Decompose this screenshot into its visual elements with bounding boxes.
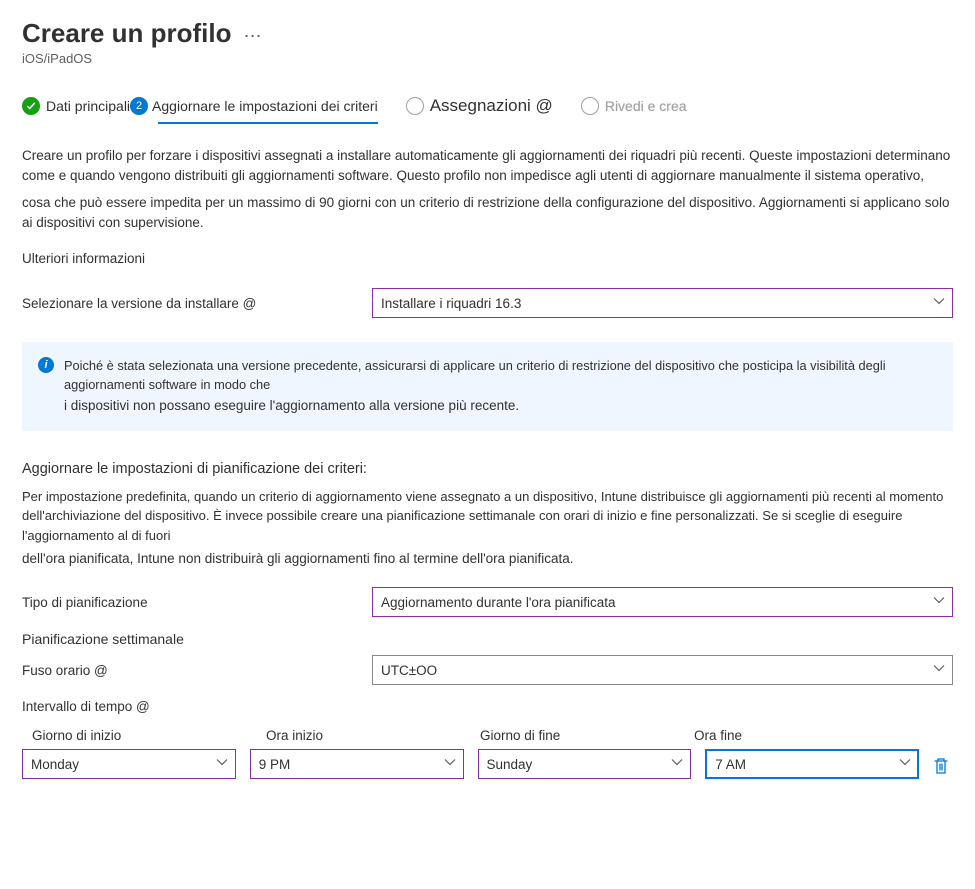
start-time-value: 9 PM [259,757,291,772]
time-window-headers: Giorno di inizio Ora inizio Giorno di fi… [22,728,953,743]
end-day-header: Giorno di fine [470,728,670,743]
tab-assignments[interactable]: Assegnazioni @ [406,92,553,124]
wizard-steps: Dati principali 2 Aggiornare le impostaz… [22,92,953,124]
timezone-value: UTC±OO [381,663,437,678]
end-time-header: Ora fine [684,728,884,743]
start-day-select[interactable]: Monday [22,749,236,779]
tab-assign-label: Assegnazioni @ [430,96,553,116]
step-2-icon: 2 [130,97,148,115]
schedule-heading: Aggiornare le impostazioni di pianificaz… [22,461,953,477]
end-day-select[interactable]: Sunday [478,749,692,779]
schedule-type-value: Aggiornamento durante l'ora pianificata [381,595,615,610]
schedule-type-select[interactable]: Aggiornamento durante l'ora pianificata [372,587,953,617]
version-select[interactable]: Installare i riquadri 16.3 [372,288,953,318]
learn-more-link[interactable]: Ulteriori informazioni [22,251,953,266]
schedule-desc: Per impostazione predefinita, quando un … [22,487,953,570]
delete-row-button[interactable] [933,757,953,779]
start-day-value: Monday [31,757,79,772]
weekly-schedule-label: Pianificazione settimanale [22,631,953,647]
schedule-desc1: Per impostazione predefinita, quando un … [22,487,953,546]
intro-line2: cosa che può essere impedita per un mass… [22,193,953,234]
info-text2: i dispositivi non possano eseguire l'agg… [64,396,937,416]
timezone-select[interactable]: UTC±OO [372,655,953,685]
time-window-label: Intervallo di tempo @ [22,699,953,714]
intro-line1: Creare un profilo per forzare i disposit… [22,146,953,187]
version-value: Installare i riquadri 16.3 [381,296,521,311]
start-day-header: Giorno di inizio [22,728,242,743]
start-time-select[interactable]: 9 PM [250,749,464,779]
page-subtitle: iOS/iPadOS [22,51,953,66]
tab-basics[interactable]: Dati principali [22,93,130,123]
tab-review[interactable]: Rivedi e crea [581,93,687,123]
page-title: Creare un profilo [22,18,231,49]
start-time-header: Ora inizio [256,728,456,743]
time-window-row: Monday 9 PM Sunday 7 AM [22,749,953,779]
check-icon [22,97,40,115]
info-icon: i [38,357,54,373]
more-actions-icon[interactable]: ⋯ [239,26,261,47]
tab-update-label: Aggiornare le impostazioni dei criteri [152,98,378,114]
tab-basics-label: Dati principali [46,98,130,114]
tab-update-settings[interactable]: 2 Aggiornare le impostazioni dei criteri [158,93,378,123]
schedule-desc2: dell'ora pianificata, Intune non distrib… [22,549,953,569]
schedule-type-label: Tipo di pianificazione [22,595,372,610]
version-label: Selezionare la versione da installare @ [22,296,372,311]
info-text1: Poiché è stata selezionata una versione … [64,358,886,392]
step-3-icon [406,97,424,115]
timezone-label: Fuso orario @ [22,663,372,678]
tab-review-label: Rivedi e crea [605,98,687,114]
info-callout: i Poiché è stata selezionata una version… [22,342,953,431]
end-day-value: Sunday [487,757,533,772]
end-time-select[interactable]: 7 AM [705,749,919,779]
step-4-icon [581,97,599,115]
end-time-value: 7 AM [715,757,746,772]
intro-text: Creare un profilo per forzare i disposit… [22,146,953,233]
